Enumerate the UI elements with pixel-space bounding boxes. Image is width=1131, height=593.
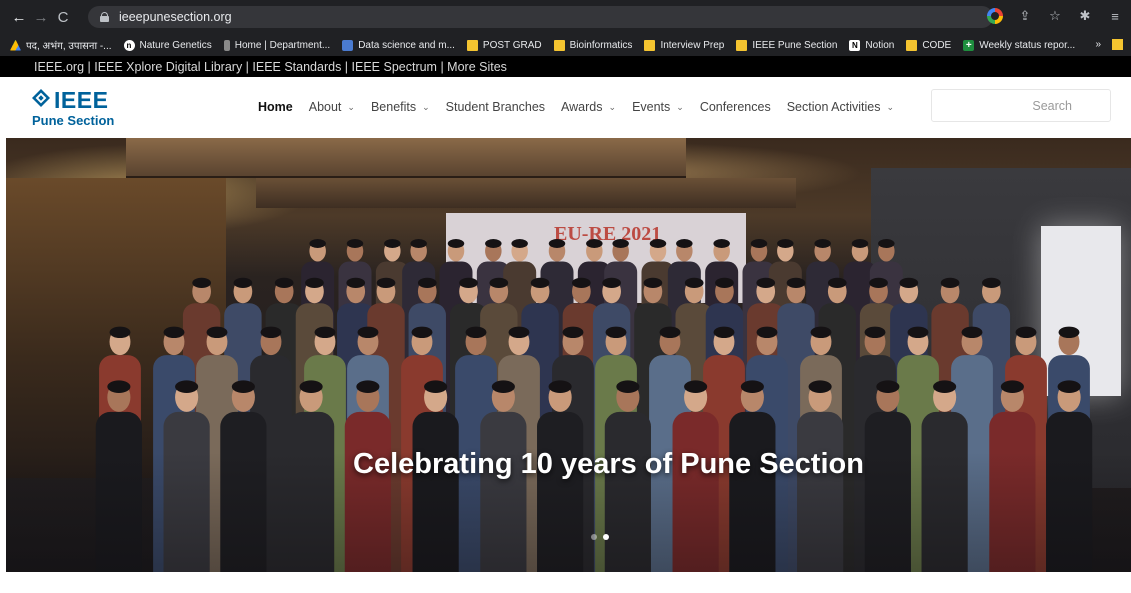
menu-item-awards[interactable]: Awards ⌄	[561, 100, 616, 114]
bookmark-label: Interview Prep	[660, 39, 725, 51]
slider-dots	[591, 534, 609, 540]
folder-icon	[466, 39, 478, 51]
bookmark-label: Notion	[865, 39, 895, 51]
drive-icon	[10, 39, 21, 51]
bookmarks-overflow-button[interactable]: »	[1095, 39, 1101, 50]
bookmark-label: Bioinformatics	[569, 39, 633, 51]
menu-item-label: About	[308, 100, 342, 114]
reading-list-icon[interactable]: ≡	[1107, 9, 1123, 24]
ieee-global-links-text[interactable]: IEEE.org | IEEE Xplore Digital Library |…	[34, 60, 507, 74]
folder-icon	[736, 39, 748, 51]
menu-item-conferences[interactable]: Conferences	[700, 100, 771, 114]
n-icon: n	[123, 39, 135, 51]
folder-icon	[553, 39, 565, 51]
slider-dot[interactable]	[591, 534, 597, 540]
forward-icon[interactable]: →	[30, 9, 52, 26]
back-icon[interactable]: ←	[8, 9, 30, 26]
share-icon[interactable]: ⇪	[1017, 8, 1033, 24]
chevron-down-icon: ⌄	[608, 101, 617, 112]
main-menu: Home About ⌄ Benefits ⌄ Student Branches Award…	[258, 100, 910, 114]
bookmark-item[interactable]: Data science and m...	[342, 39, 455, 51]
site-header: IEEE Pune Section Home About ⌄ Benefits ⌄ Stu…	[0, 77, 1131, 138]
chevron-down-icon: ⌄	[886, 101, 895, 112]
folder-icon	[906, 39, 918, 51]
chevron-down-icon: ⌄	[422, 101, 430, 112]
bookmark-label: Nature Genetics	[139, 39, 212, 51]
chevron-down-icon: ⌄	[347, 101, 355, 112]
browser-toolbar: ← → C ieeepunesection.org ⇪ ☆ ✱ ≡	[0, 0, 1131, 34]
bookmark-label: CODE	[922, 39, 952, 51]
menu-item-label: Home	[258, 100, 293, 114]
page-content-start	[0, 572, 1131, 593]
search-box[interactable]	[931, 89, 1111, 122]
menu-item-label: Events	[632, 100, 671, 114]
lock-icon[interactable]	[100, 12, 109, 22]
hero-slider[interactable]: EU-RE 2021 Celebrating 10 years of Pune …	[6, 138, 1131, 572]
logo-text: IEEE	[54, 87, 109, 113]
menu-item-label: Section Activities	[786, 100, 881, 114]
bookmark-item[interactable]: N Notion	[849, 39, 895, 51]
hero-title: Celebrating 10 years of Pune Section	[353, 448, 864, 480]
menu-item-home[interactable]: Home	[258, 100, 293, 114]
menu-item-label: Conferences	[699, 100, 771, 114]
notion-icon: N	[849, 39, 861, 51]
bookmark-label: पद, अभंग, उपासना -...	[26, 41, 112, 52]
plus-icon: +	[963, 39, 975, 51]
bookmark-label: Home | Department...	[234, 39, 331, 51]
bookmark-item[interactable]: Home | Department...	[223, 39, 331, 51]
search-input[interactable]	[932, 90, 1110, 121]
bookmark-item[interactable]: + Weekly status repor...	[963, 39, 1076, 51]
menu-item-events[interactable]: Events ⌄	[632, 100, 684, 114]
menu-item-about[interactable]: About ⌄	[309, 100, 355, 114]
extensions-icon[interactable]: ✱	[1077, 8, 1093, 24]
menu-item-label: Benefits	[370, 100, 417, 114]
bookmark-item[interactable]: Bioinformatics	[553, 39, 633, 51]
menu-item-student-branches[interactable]: Student Branches	[446, 100, 545, 114]
address-bar[interactable]: ieeepunesection.org	[88, 6, 993, 28]
bookmark-item[interactable]: CODE	[906, 39, 952, 51]
menu-item-label: Awards	[561, 100, 603, 114]
google-icon[interactable]	[987, 8, 1003, 24]
bookmark-label: Weekly status repor...	[979, 39, 1076, 51]
bookmark-item[interactable]: POST GRAD	[466, 39, 542, 51]
menu-item-section-activities[interactable]: Section Activities ⌄	[787, 100, 894, 114]
bookmark-label: POST GRAD	[482, 39, 542, 51]
menu-item-benefits[interactable]: Benefits ⌄	[371, 100, 430, 114]
ieee-pune-logo[interactable]: IEEE Pune Section	[30, 87, 120, 131]
ieee-global-links: IEEE.org | IEEE Xplore Digital Library |…	[0, 56, 1131, 77]
logo-subtitle: Pune Section	[32, 113, 115, 128]
ds-icon	[342, 39, 354, 51]
chevron-down-icon: ⌄	[676, 101, 684, 112]
slider-dot[interactable]	[603, 534, 609, 540]
folder-icon	[644, 39, 656, 51]
other-bookmarks-icon[interactable]	[1112, 39, 1123, 50]
bookmark-label: Data science and m...	[358, 39, 455, 51]
url-text[interactable]: ieeepunesection.org	[119, 10, 232, 24]
bookmark-item[interactable]: IEEE Pune Section	[736, 39, 838, 51]
menu-item-label: Student Branches	[445, 100, 546, 114]
star-icon[interactable]: ☆	[1047, 8, 1063, 24]
bookmark-item[interactable]: पद, अभंग, उपासना -...	[10, 38, 112, 52]
reload-icon[interactable]: C	[52, 9, 74, 26]
ieee-diamond-icon	[32, 89, 50, 107]
bookmarks-bar: पद, अभंग, उपासना -... n Nature Genetics Hom…	[0, 34, 1131, 56]
bookmark-label: IEEE Pune Section	[752, 39, 838, 51]
bookmark-item[interactable]: n Nature Genetics	[123, 39, 212, 51]
bookmark-item[interactable]: Interview Prep	[644, 39, 725, 51]
bar-icon	[223, 39, 230, 51]
